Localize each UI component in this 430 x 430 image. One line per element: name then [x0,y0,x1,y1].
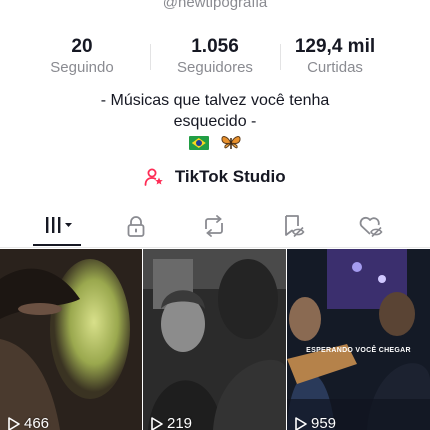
tab-liked[interactable] [328,204,414,248]
tiktok-studio-link[interactable]: TikTok Studio [0,167,430,191]
video-thumbnail[interactable]: 466 [0,249,142,430]
tab-favorites[interactable] [250,204,336,248]
profile-bio: - Músicas que talvez você tenha esquecid… [0,90,430,132]
tiktok-studio-label: TikTok Studio [174,167,286,186]
repost-icon [205,215,223,237]
tab-videos[interactable] [14,204,100,248]
person-star-icon [144,168,164,186]
video-thumbnail[interactable]: 219 [143,249,286,430]
profile-tabs [0,204,430,248]
play-icon [151,416,163,430]
video-frame-image [0,249,142,430]
view-count: 219 [151,415,192,430]
bio-emojis [0,134,430,152]
grid-dropdown-icon [46,217,72,233]
view-count: 466 [8,415,49,430]
profile-stats: 20 Seguindo 1.056 Seguidores 129,4 mil C… [0,36,430,80]
view-count-value: 466 [24,415,50,430]
stat-followers[interactable]: 1.056 Seguidores [160,36,270,78]
likes-label: Curtidas [307,59,363,76]
likes-count: 129,4 mil [294,36,376,57]
view-count-value: 959 [311,415,337,430]
tab-private[interactable] [93,204,179,248]
heart-eye-icon [359,216,383,238]
tab-reposts[interactable] [171,204,257,248]
following-label: Seguindo [50,59,114,76]
stat-following[interactable]: 20 Seguindo [27,36,137,78]
bio-line: esquecido - [173,113,257,130]
lock-icon [127,216,145,237]
video-thumbnail[interactable]: ESPERANDO VOCÊ CHEGAR 959 [287,249,430,430]
profile-handle: @newtipografia [162,0,268,11]
play-icon [295,416,307,430]
video-caption: ESPERANDO VOCÊ CHEGAR [306,347,411,354]
view-count: 959 [295,415,336,430]
video-grid: 466 219 ESPERANDO VOCÊ CHEGAR 959 [0,249,430,430]
tabs-divider [0,247,430,248]
bio-line: - Músicas que talvez você tenha [100,92,330,109]
stat-divider [150,44,151,70]
followers-label: Seguidores [177,59,253,76]
following-count: 20 [71,36,93,57]
play-icon [8,416,20,430]
stat-likes[interactable]: 129,4 mil Curtidas [280,36,390,78]
bookmark-eye-icon [285,215,305,238]
video-frame-image [143,249,286,430]
video-frame-image [287,249,430,430]
active-tab-indicator [33,244,81,246]
brazil-flag-icon [188,136,209,150]
view-count-value: 219 [167,415,193,430]
followers-count: 1.056 [191,36,239,57]
butterfly-icon [221,136,241,149]
